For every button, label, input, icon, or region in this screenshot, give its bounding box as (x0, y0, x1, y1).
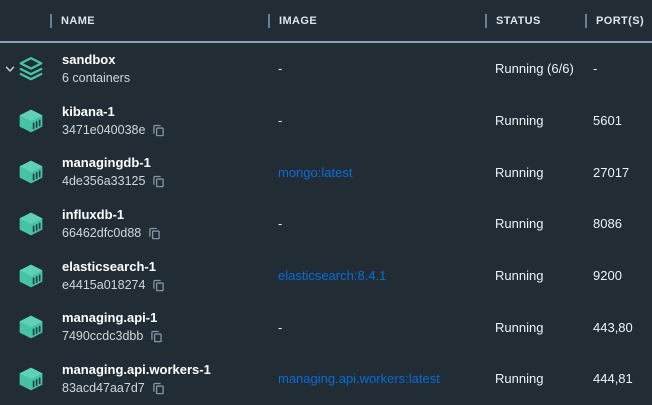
table-row[interactable]: managing.api.workers-1 83acd47aa7d7 mana… (0, 353, 652, 405)
container-name: elasticsearch-1 (62, 257, 165, 276)
name-cell: managingdb-1 4de356a33125 (0, 146, 268, 198)
container-name: kibana-1 (62, 102, 165, 121)
stack-icon (18, 56, 44, 82)
container-cube-icon (18, 263, 44, 289)
name-cell: elasticsearch-1 e4415a018274 (0, 250, 268, 302)
copy-icon[interactable] (152, 279, 165, 292)
status-value: Running (485, 371, 585, 386)
copy-icon[interactable] (152, 175, 165, 188)
table-row[interactable]: kibana-1 3471e040038e - Running 5601 (0, 95, 652, 147)
image-value[interactable]: managing.api.workers:latest (278, 371, 440, 386)
container-id: 4de356a33125 (62, 172, 145, 191)
image-value[interactable]: - (278, 216, 282, 231)
table-row[interactable]: influxdb-1 66462dfc0d88 - Running 8086 (0, 198, 652, 250)
copy-icon[interactable] (152, 382, 165, 395)
ports-value: 8086 (585, 216, 652, 231)
table-row-group[interactable]: sandbox 6 containers - Running (6/6) - (0, 43, 652, 95)
column-header-status[interactable]: STATUS (485, 14, 585, 28)
container-name: managing.api-1 (62, 308, 163, 327)
container-name: managingdb-1 (62, 153, 165, 172)
container-name: managing.api.workers-1 (62, 360, 211, 379)
table-row[interactable]: elasticsearch-1 e4415a018274 elasticsear… (0, 250, 652, 302)
container-id: 3471e040038e (62, 121, 145, 140)
group-subtitle: 6 containers (62, 69, 130, 88)
group-name: sandbox (62, 50, 130, 69)
table-row[interactable]: managing.api-1 7490ccdc3dbb - Running 44… (0, 301, 652, 353)
column-header-image[interactable]: IMAGE (268, 14, 485, 28)
image-value[interactable]: mongo:latest (278, 165, 352, 180)
status-value: Running (485, 320, 585, 335)
copy-icon[interactable] (148, 227, 161, 240)
table-header: NAME IMAGE STATUS PORT(S) (0, 0, 652, 43)
copy-icon[interactable] (152, 124, 165, 137)
image-value[interactable]: - (278, 113, 282, 128)
image-value[interactable]: - (278, 320, 282, 335)
ports-value: - (585, 61, 652, 76)
ports-value: 5601 (585, 113, 652, 128)
containers-list: NAME IMAGE STATUS PORT(S) sandbox 6 cont… (0, 0, 652, 405)
column-header-name[interactable]: NAME (0, 14, 268, 28)
ports-value: 444,81 (585, 371, 652, 386)
name-cell: influxdb-1 66462dfc0d88 (0, 198, 268, 250)
table-body: sandbox 6 containers - Running (6/6) - k… (0, 43, 652, 405)
container-cube-icon (18, 211, 44, 237)
column-header-ports[interactable]: PORT(S) (585, 14, 652, 28)
ports-value: 443,80 (585, 320, 652, 335)
container-cube-icon (18, 108, 44, 134)
container-id: 7490ccdc3dbb (62, 327, 143, 346)
status-value: Running (485, 268, 585, 283)
chevron-down-icon[interactable] (4, 63, 16, 75)
name-cell: sandbox 6 containers (0, 43, 268, 95)
status-value: Running (485, 165, 585, 180)
copy-icon[interactable] (150, 330, 163, 343)
container-cube-icon (18, 314, 44, 340)
container-name: influxdb-1 (62, 205, 161, 224)
image-value[interactable]: elasticsearch:8.4.1 (278, 268, 386, 283)
ports-value: 9200 (585, 268, 652, 283)
name-cell: managing.api.workers-1 83acd47aa7d7 (0, 353, 268, 405)
status-value: Running (485, 216, 585, 231)
name-cell: kibana-1 3471e040038e (0, 95, 268, 147)
container-cube-icon (18, 366, 44, 392)
status-value: Running (6/6) (485, 61, 585, 76)
container-id: e4415a018274 (62, 276, 145, 295)
container-id: 66462dfc0d88 (62, 224, 141, 243)
name-cell: managing.api-1 7490ccdc3dbb (0, 301, 268, 353)
table-row[interactable]: managingdb-1 4de356a33125 mongo:latest R… (0, 146, 652, 198)
container-id: 83acd47aa7d7 (62, 379, 145, 398)
status-value: Running (485, 113, 585, 128)
image-value: - (278, 61, 282, 76)
container-cube-icon (18, 159, 44, 185)
ports-value: 27017 (585, 165, 652, 180)
